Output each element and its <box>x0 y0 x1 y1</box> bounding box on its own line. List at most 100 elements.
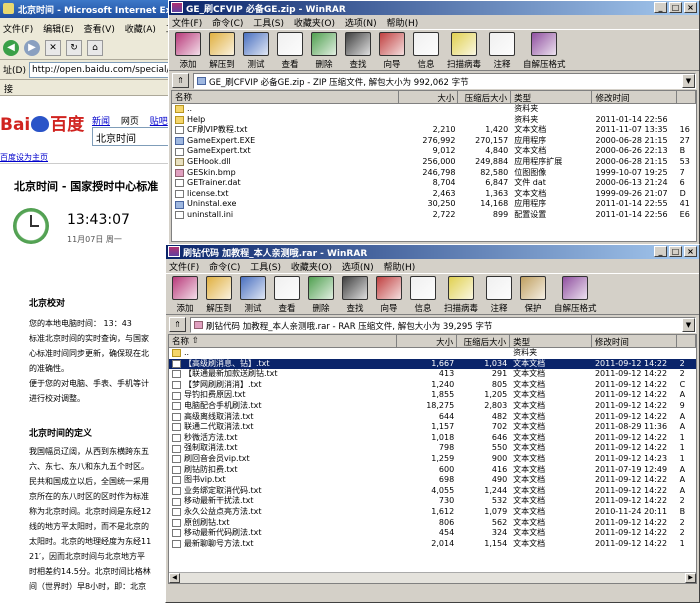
forward-icon[interactable]: ▶ <box>24 39 40 56</box>
toolbar-info-button[interactable]: 信息 <box>410 276 436 314</box>
table-row[interactable]: 移动最新干扰法.txt 730 532 文本文档 2011-09-12 14:22 2 <box>169 496 696 507</box>
close-icon[interactable]: × <box>684 2 697 13</box>
toolbar-scan-virus-button[interactable]: 扫描病毒 <box>444 276 478 314</box>
table-row[interactable]: 刷回音会员vip.txt 1,259 900 文本文档 2011-09-12 14:23… <box>169 454 696 465</box>
table-row[interactable]: 业务绑定取消代码.txt 4,055 1,244 文本文档 2011-09-12 14:… <box>169 486 696 497</box>
ie-menu-file[interactable]: 文件(F) <box>3 25 33 35</box>
toolbar-delete-button[interactable]: 删除 <box>311 32 337 70</box>
table-row[interactable]: 图书vip.txt 698 490 文本文档 2011-09-12 14:22 A <box>169 475 696 486</box>
table-row[interactable]: license.txt 2,463 1,363 文本文档 1999-09-26 21:0… <box>172 189 696 200</box>
col-header-packed[interactable]: 压缩后大小 <box>457 335 511 348</box>
chevron-down-icon[interactable]: ▼ <box>682 73 695 88</box>
table-row[interactable]: 【联通最新加款送刷钻.txt 413 291 文本文档 2011-09-12 14:22… <box>169 369 696 380</box>
table-row[interactable]: 移动最新代码刷法.txt 454 324 文本文档 2011-09-12 14:22 2 <box>169 528 696 539</box>
toolbar-test-button[interactable]: 测试 <box>240 276 266 314</box>
col-header-name[interactable]: 名称 ⇧ <box>169 335 398 348</box>
toolbar-add-button[interactable]: 添加 <box>172 276 198 314</box>
toolbar-comment-button[interactable]: 注释 <box>489 32 516 70</box>
table-row[interactable]: GETrainer.dat 8,704 6,847 文件 dat 2000-06-13 … <box>172 178 696 189</box>
table-row[interactable]: 联通二代取消法.txt 1,157 702 文本文档 2011-08-29 11:36 A <box>169 422 696 433</box>
close-icon[interactable]: × <box>684 246 697 257</box>
table-row[interactable]: GESkin.bmp 246,798 82,580 位图图像 1999-10-07 19… <box>172 168 696 179</box>
table-row[interactable]: GEHook.dll 256,000 249,884 应用程序扩展 2000-06-28… <box>172 157 696 168</box>
rar2-menu-options[interactable]: 选项(N) <box>342 263 374 273</box>
up-folder-icon[interactable]: ⇑ <box>172 73 189 88</box>
horizontal-scrollbar[interactable]: ◀ ▶ <box>169 572 696 583</box>
toolbar-protect-button[interactable]: 保护 <box>520 276 547 314</box>
table-row[interactable]: 导钓扣费原因.txt 1,855 1,205 文本文档 2011-09-12 14:22… <box>169 390 696 401</box>
rar1-menu-options[interactable]: 选项(N) <box>345 19 377 29</box>
table-row[interactable]: .. 资料夹 <box>169 348 696 359</box>
col-header-size[interactable]: 大小 <box>399 91 459 104</box>
toolbar-test-button[interactable]: 测试 <box>243 32 269 70</box>
url-input[interactable]: http://open.baidu.com/special/time/ <box>28 61 172 78</box>
set-home-link[interactable]: 百度设为主页 <box>0 152 48 163</box>
chevron-down-icon[interactable]: ▼ <box>682 317 695 332</box>
toolbar-extract-button[interactable]: 解压到 <box>206 276 232 314</box>
toolbar-sfx-button[interactable]: 自解压格式 <box>523 32 566 70</box>
scroll-left-icon[interactable]: ◀ <box>169 573 180 583</box>
baidu-logo[interactable]: Bai 百度 <box>0 110 84 135</box>
table-row[interactable]: 永久公益点亮方法.txt 1,612 1,079 文本文档 2010-11-24 20:… <box>169 507 696 518</box>
rar1-menu-tools[interactable]: 工具(S) <box>253 19 284 29</box>
toolbar-add-button[interactable]: 添加 <box>175 32 201 70</box>
table-row[interactable]: GameExpert.EXE 276,992 270,157 应用程序 2000-06-… <box>172 136 696 147</box>
minimize-icon[interactable]: _ <box>654 246 667 257</box>
table-row[interactable]: 【梦网刷刷消消】.txt 1,240 805 文本文档 2011-09-12 14:22… <box>169 380 696 391</box>
table-row[interactable]: 最新聊聊号方法.txt 2,014 1,154 文本文档 2011-09-12 14:2… <box>169 539 696 550</box>
table-row[interactable]: GameExpert.txt 9,012 4,840 文本文档 2000-06-26 2… <box>172 146 696 157</box>
maximize-icon[interactable]: □ <box>669 246 682 257</box>
baidu-nav-web[interactable]: 网页 <box>121 117 139 127</box>
table-row[interactable]: Uninstal.exe 30,250 14,168 应用程序 2011-01-14 2… <box>172 199 696 210</box>
table-row[interactable]: 【高级刷消息、钻】.txt 1,667 1,034 文本文档 2011-09-12 14… <box>169 358 696 370</box>
toolbar-delete-button[interactable]: 删除 <box>308 276 334 314</box>
table-row[interactable]: Help 资料夹 2011-01-14 22:56 <box>172 115 696 126</box>
minimize-icon[interactable]: _ <box>654 2 667 13</box>
rar1-path-field[interactable]: GE_刷CFVIP 必备GE.zip - ZIP 压缩文件, 解包大小为 992… <box>193 72 696 89</box>
rar2-menu-file[interactable]: 文件(F) <box>169 263 199 273</box>
baidu-search-input[interactable]: 北京时间 <box>92 127 175 146</box>
refresh-icon[interactable]: ↻ <box>66 39 82 56</box>
toolbar-info-button[interactable]: 信息 <box>413 32 439 70</box>
col-header-type[interactable]: 类型 <box>511 91 593 104</box>
rar2-menu-tools[interactable]: 工具(S) <box>250 263 281 273</box>
toolbar-view-button[interactable]: 查看 <box>274 276 300 314</box>
table-row[interactable]: 秒微活方法.txt 1,018 646 文本文档 2011-09-12 14:22 1 <box>169 433 696 444</box>
rar2-titlebar[interactable]: 刷钻代码 加教程_本人亲测哦.rar - WinRAR _ □ × <box>166 245 699 259</box>
ie-titlebar[interactable]: 北京时间 - Microsoft Internet Explorer <box>0 0 175 18</box>
back-icon[interactable]: ◀ <box>3 39 19 56</box>
table-row[interactable]: 刷钻防扣费.txt 600 416 文本文档 2011-07-19 12:49 A <box>169 465 696 476</box>
ie-menu-favorites[interactable]: 收藏(A) <box>125 25 156 35</box>
ie-menu-view[interactable]: 查看(V) <box>84 25 115 35</box>
toolbar-view-button[interactable]: 查看 <box>277 32 303 70</box>
up-folder-icon[interactable]: ⇑ <box>169 317 186 332</box>
stop-icon[interactable]: ✕ <box>45 39 61 56</box>
maximize-icon[interactable]: □ <box>669 2 682 13</box>
col-header-modified[interactable]: 修改时间 <box>591 335 677 348</box>
toolbar-comment-button[interactable]: 注释 <box>486 276 513 314</box>
table-row[interactable]: 强制取消法.txt 798 550 文本文档 2011-09-12 14:22 1 <box>169 443 696 454</box>
baidu-nav-tieba[interactable]: 贴吧 <box>150 117 168 127</box>
col-header-name[interactable]: 名称 <box>172 91 400 104</box>
table-row[interactable]: uninstall.ini 2,722 899 配置设置 2011-01-14 22:5… <box>172 210 696 221</box>
ie-menu-edit[interactable]: 编辑(E) <box>43 25 74 35</box>
col-header-packed[interactable]: 压缩后大小 <box>458 91 512 104</box>
toolbar-find-button[interactable]: 查找 <box>342 276 368 314</box>
table-row[interactable]: 电脑配合手机刷法.txt 18,275 2,803 文本文档 2011-09-12 14… <box>169 401 696 412</box>
toolbar-wizard-button[interactable]: 向导 <box>376 276 402 314</box>
scroll-right-icon[interactable]: ▶ <box>685 573 696 583</box>
rar2-menu-help[interactable]: 帮助(H) <box>384 263 416 273</box>
rar2-menu-favorites[interactable]: 收藏夹(O) <box>291 263 332 273</box>
col-header-size[interactable]: 大小 <box>397 335 458 348</box>
table-row[interactable]: 高级离线取消法.txt 644 482 文本文档 2011-09-12 14:22 A <box>169 412 696 423</box>
rar1-menu-help[interactable]: 帮助(H) <box>387 19 419 29</box>
toolbar-find-button[interactable]: 查找 <box>345 32 371 70</box>
col-header-modified[interactable]: 修改时间 <box>592 91 677 104</box>
toolbar-sfx-button[interactable]: 自解压格式 <box>554 276 597 314</box>
rar1-menu-file[interactable]: 文件(F) <box>172 19 202 29</box>
rar1-menu-commands[interactable]: 命令(C) <box>212 19 243 29</box>
rar2-menu-commands[interactable]: 命令(C) <box>209 263 240 273</box>
rar2-path-field[interactable]: 刷钻代码 加教程_本人亲测哦.rar - RAR 压缩文件, 解包大小为 39,… <box>190 316 696 333</box>
toolbar-scan-virus-button[interactable]: 扫描病毒 <box>447 32 481 70</box>
table-row[interactable]: 原创刷钻.txt 806 562 文本文档 2011-09-12 14:22 2 <box>169 518 696 529</box>
